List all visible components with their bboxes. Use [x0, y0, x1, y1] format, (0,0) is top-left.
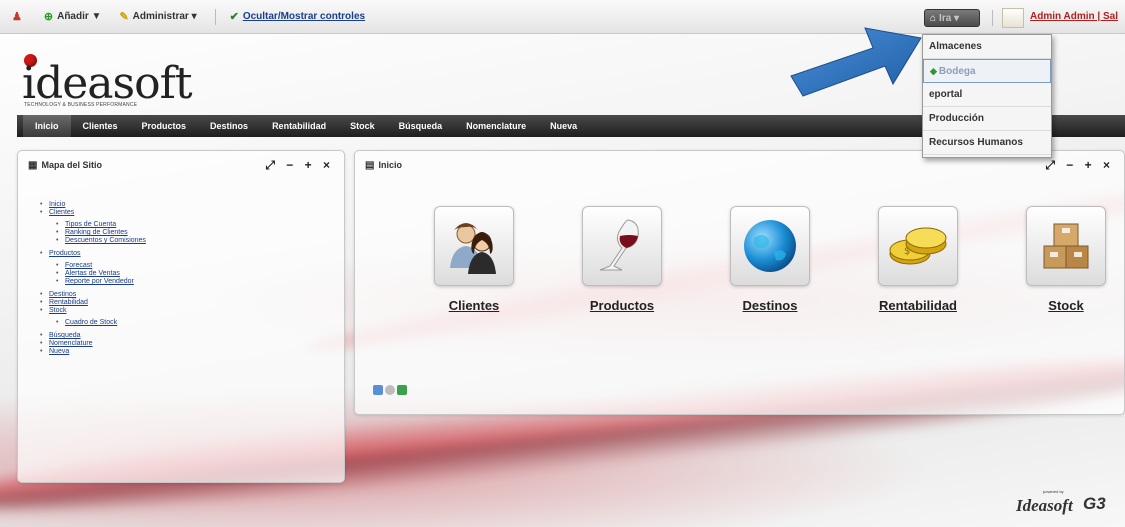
svg-text:$: $	[904, 246, 910, 257]
tile-destinos-label[interactable]: Destinos	[743, 298, 798, 313]
tile-productos[interactable]: Productos	[548, 206, 696, 313]
menu-item-produccion[interactable]: Producción	[923, 107, 1051, 131]
user-link[interactable]: Admin Admin | Sal	[1030, 11, 1118, 22]
edit-icon[interactable]	[373, 385, 383, 395]
add-icon: ⊕	[43, 11, 54, 23]
nav-item-nomenclature[interactable]: Nomenclature	[454, 115, 538, 137]
sitemap-header: ▦ Mapa del Sitio ⤢ − + ×	[18, 151, 344, 179]
sitemap-link[interactable]: Reporte por Vendedor	[56, 278, 146, 286]
users-icon[interactable]	[434, 206, 514, 286]
nav-item-inicio[interactable]: Inicio	[23, 115, 71, 137]
tile-productos-label[interactable]: Productos	[590, 298, 654, 313]
sitemap-link[interactable]: Forecast	[56, 262, 146, 270]
home-panel-icon: ▤	[365, 159, 375, 171]
sitemap-link-inicio[interactable]: Inicio	[40, 201, 146, 209]
sitemap-link-rentabilidad[interactable]: Rentabilidad	[40, 299, 146, 307]
tile-stock[interactable]: Stock	[992, 206, 1125, 313]
checkmark-icon: ✔	[229, 11, 239, 23]
nav-item-destinos[interactable]: Destinos	[198, 115, 260, 137]
refresh-icon[interactable]	[397, 385, 407, 395]
shortcut-tiles: Clientes Productos Destinos $ Rentabilid…	[400, 206, 1125, 313]
settings-icon[interactable]	[385, 385, 395, 395]
goto-label: Ira ▾	[939, 12, 960, 24]
sitemap-sublist: Cuadro de Stock	[40, 319, 146, 327]
sitemap-link[interactable]: Ranking de Clientes	[56, 229, 146, 237]
menu-item-almacenes[interactable]: Almacenes	[923, 35, 1051, 59]
sitemap-link-stock[interactable]: Stock	[40, 307, 146, 315]
sitemap-sublist: Tipos de Cuenta Ranking de Clientes Desc…	[40, 221, 146, 245]
sitemap-link[interactable]: Cuadro de Stock	[56, 319, 146, 327]
bullet-icon: ◆	[930, 65, 937, 76]
coins-icon[interactable]: $	[878, 206, 958, 286]
globe-icon[interactable]	[730, 206, 810, 286]
sitemap-link-nomenclature[interactable]: Nomenclature	[40, 340, 146, 348]
sitemap-icon: ▦	[28, 159, 38, 171]
toolbar-divider-2	[992, 10, 993, 26]
tile-clientes[interactable]: Clientes	[400, 206, 548, 313]
home-panel-title: Inicio	[378, 160, 402, 170]
wine-glass-icon[interactable]	[582, 206, 662, 286]
sitemap-link[interactable]: Alertas de Ventas	[56, 270, 146, 278]
panel-controls[interactable]: ⤢ − + ×	[1045, 158, 1114, 173]
home-panel: ▤ Inicio ⤢ − + × Clientes Productos Dest…	[354, 150, 1125, 415]
logo-tagline: TECHNOLOGY & BUSINESS PERFORMANCE	[24, 102, 138, 108]
nav-item-rentabilidad[interactable]: Rentabilidad	[260, 115, 338, 137]
sitemap-link-productos[interactable]: Productos	[40, 250, 146, 258]
tile-clientes-label[interactable]: Clientes	[449, 298, 500, 313]
menu-item-bodega[interactable]: ◆ Bodega	[923, 59, 1051, 83]
add-menu-label: Añadir ▼	[57, 11, 102, 22]
pencil-icon: ✎	[119, 11, 129, 23]
nav-item-clientes[interactable]: Clientes	[71, 115, 130, 137]
admin-menu[interactable]: ✎ Administrar ▾	[119, 10, 196, 23]
nav-item-stock[interactable]: Stock	[338, 115, 387, 137]
sitemap-link-nueva[interactable]: Nueva	[40, 348, 146, 356]
sitemap-panel: ▦ Mapa del Sitio ⤢ − + × Inicio Clientes…	[17, 150, 345, 483]
tile-rentabilidad[interactable]: $ Rentabilidad	[844, 206, 992, 313]
annotation-arrow-icon	[790, 27, 922, 97]
person-icon[interactable]: ♟	[12, 10, 26, 23]
panel-controls[interactable]: ⤢ − + ×	[265, 158, 334, 173]
sitemap-link[interactable]: Descuentos y Comisiones	[56, 237, 146, 245]
sitemap-title: Mapa del Sitio	[41, 160, 102, 170]
menu-item-eportal[interactable]: eportal	[923, 83, 1051, 107]
menu-item-recursos-humanos[interactable]: Recursos Humanos	[923, 131, 1051, 155]
sitemap-link-clientes[interactable]: Clientes	[40, 209, 146, 217]
ideasoft-mark-icon: G3	[1083, 494, 1106, 513]
menu-item-bodega-label: Bodega	[938, 65, 976, 77]
powered-by-label: powered by	[1043, 489, 1064, 494]
powered-by-brand: Ideasoft	[1016, 496, 1073, 515]
toggle-controls-label: Ocultar/Mostrar controles	[242, 11, 366, 22]
nav-item-nueva[interactable]: Nueva	[538, 115, 589, 137]
avatar	[1002, 8, 1024, 28]
goto-button[interactable]: ⌂ Ira ▾	[924, 9, 980, 27]
sitemap-link[interactable]: Tipos de Cuenta	[56, 221, 146, 229]
toolbar-divider	[214, 8, 216, 25]
sitemap-tree: Inicio Clientes Tipos de Cuenta Ranking …	[40, 201, 146, 356]
tile-destinos[interactable]: Destinos	[696, 206, 844, 313]
sitemap-link-destinos[interactable]: Destinos	[40, 291, 146, 299]
panel-footer-icons	[373, 385, 407, 395]
tile-rentabilidad-label[interactable]: Rentabilidad	[879, 298, 957, 313]
home-icon: ⌂	[930, 12, 937, 24]
goto-dropdown-menu: Almacenes ◆ Bodega eportal Producción Re…	[922, 34, 1052, 158]
nav-item-productos[interactable]: Productos	[130, 115, 199, 137]
tile-stock-label[interactable]: Stock	[1048, 298, 1083, 313]
admin-menu-label: Administrar ▾	[132, 11, 197, 22]
boxes-icon[interactable]	[1026, 206, 1106, 286]
toggle-controls[interactable]: ✔ Ocultar/Mostrar controles	[230, 10, 365, 23]
add-menu[interactable]: ⊕ Añadir ▼	[44, 10, 102, 23]
sitemap-link-busqueda[interactable]: Búsqueda	[40, 332, 146, 340]
sitemap-sublist: Forecast Alertas de Ventas Reporte por V…	[40, 262, 146, 286]
nav-item-busqueda[interactable]: Búsqueda	[387, 115, 455, 137]
